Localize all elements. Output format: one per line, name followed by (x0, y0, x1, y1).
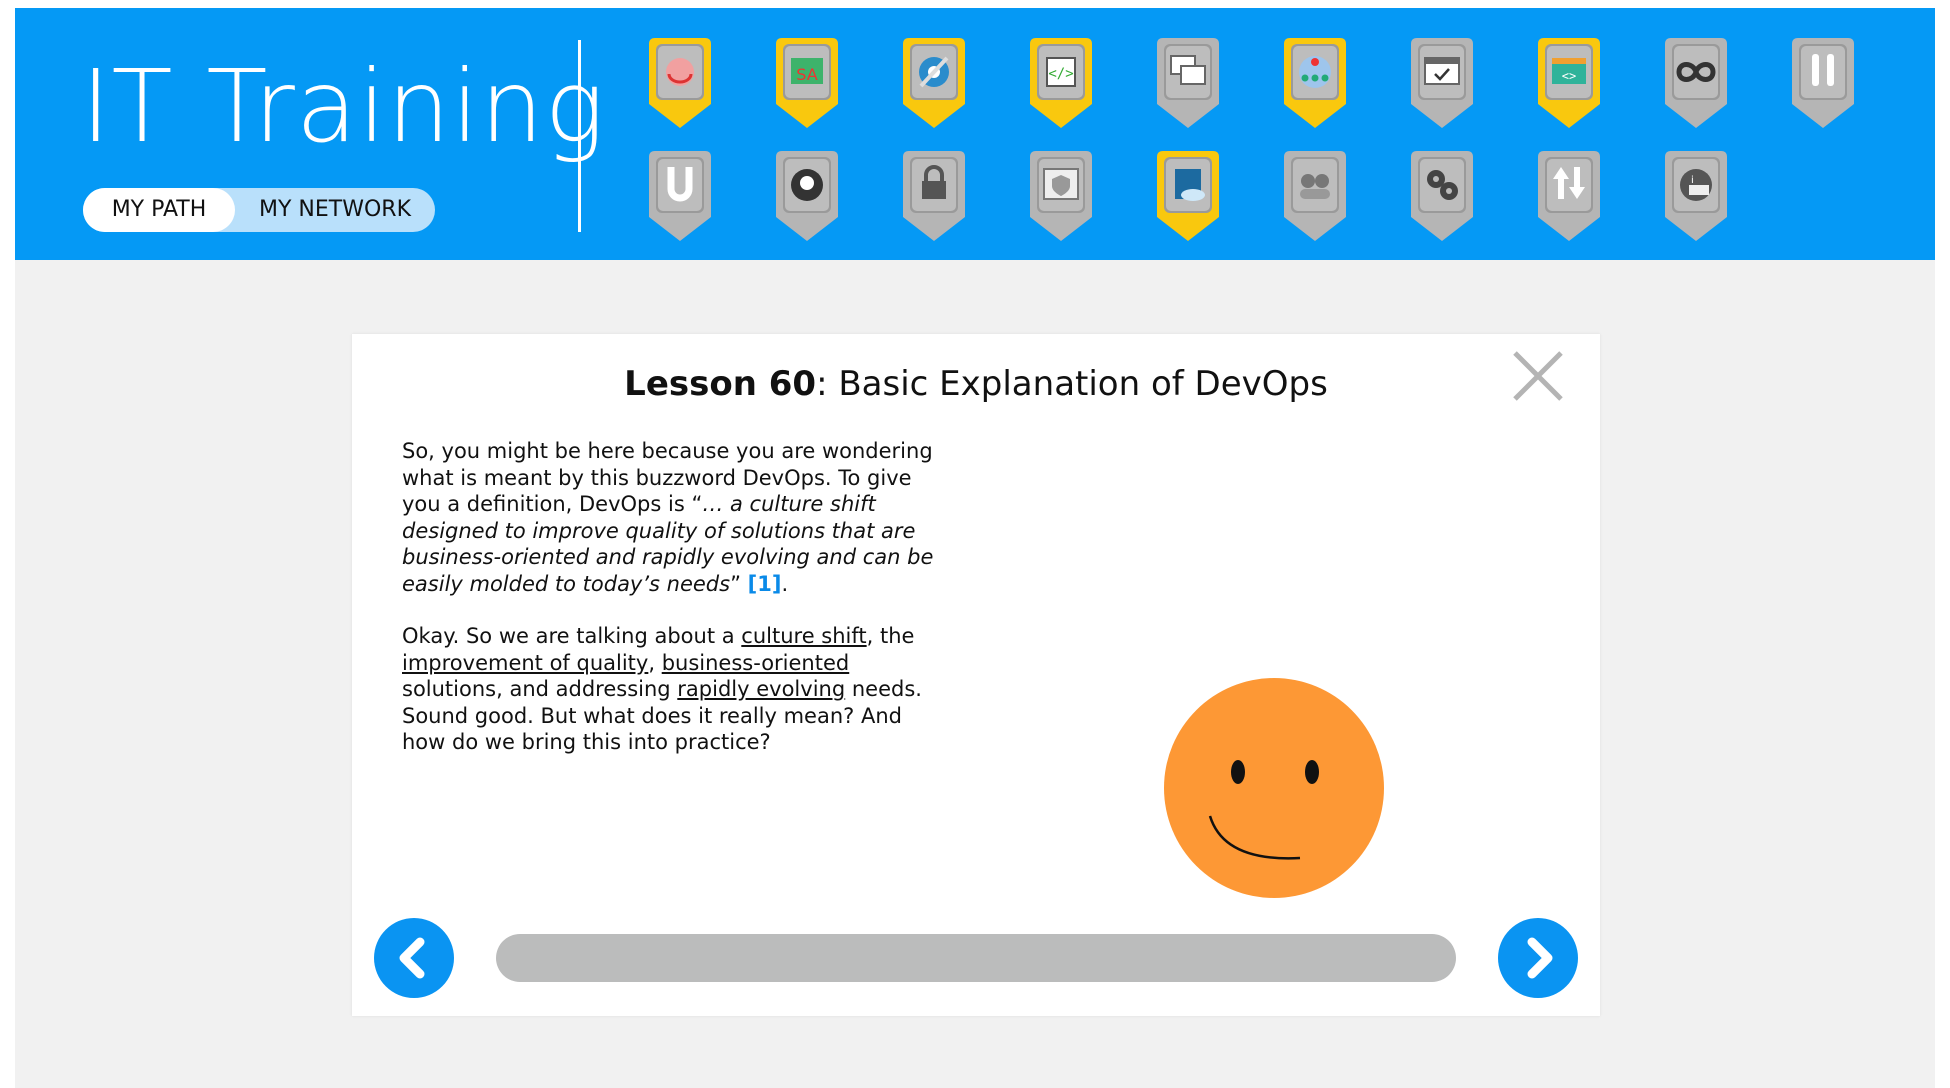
pipe-icon (649, 151, 711, 241)
lesson-badge[interactable] (903, 38, 965, 128)
lightbulb-cog-icon (776, 151, 838, 241)
up-down-arrows-icon (1538, 151, 1600, 241)
lesson-badge[interactable]: <> (1538, 38, 1600, 128)
sa-chart-icon: SA (776, 38, 838, 128)
lesson-badge[interactable] (1665, 38, 1727, 128)
lesson-badge[interactable]: SA (776, 38, 838, 128)
chevron-left-icon (399, 937, 425, 979)
lesson-card: Lesson 60: Basic Explanation of DevOps S… (352, 334, 1600, 1016)
windows-icon (1157, 38, 1219, 128)
smiley-face-illustration (1164, 678, 1384, 898)
gears-cog-icon (903, 38, 965, 128)
app-title: IT Training (81, 48, 606, 165)
lesson-badge[interactable] (1284, 151, 1346, 241)
lesson-title: Lesson 60: Basic Explanation of DevOps (352, 364, 1600, 404)
shield-icon (1030, 151, 1092, 241)
lesson-badge[interactable] (1411, 151, 1473, 241)
lesson-badge[interactable]: i (1665, 151, 1727, 241)
chevron-right-icon (1527, 937, 1553, 979)
view-toggle: MY PATH MY NETWORK (83, 188, 435, 232)
web-code-icon: <> (1538, 38, 1600, 128)
code-editor-icon: </> (1030, 38, 1092, 128)
svg-text:SA: SA (796, 65, 817, 84)
lesson-badge[interactable] (776, 151, 838, 241)
reference-link[interactable]: [1] (748, 572, 782, 596)
server-cloud-icon (1157, 151, 1219, 241)
lesson-number: Lesson 60 (624, 364, 817, 404)
lesson-badge[interactable] (1030, 151, 1092, 241)
term-improvement-of-quality[interactable]: improvement of quality (402, 651, 648, 675)
lesson-badge[interactable] (1411, 38, 1473, 128)
term-culture-shift[interactable]: culture shift (741, 624, 866, 648)
lesson-paragraph-2: Okay. So we are talking about a culture … (402, 624, 922, 754)
svg-text:i: i (1691, 175, 1694, 186)
lesson-badge[interactable] (1157, 38, 1219, 128)
padlock-icon (903, 151, 965, 241)
header-divider (578, 40, 581, 232)
lesson-paragraph-1: So, you might be here because you are wo… (402, 439, 934, 596)
svg-text:<>: <> (1562, 69, 1576, 83)
my-path-button[interactable]: MY PATH (83, 188, 235, 232)
close-button[interactable] (1512, 350, 1564, 402)
network-tree-icon (1284, 38, 1346, 128)
lesson-badge[interactable]: </> (1030, 38, 1092, 128)
browser-check-icon (1411, 38, 1473, 128)
lesson-progress-bar (496, 934, 1456, 982)
lesson-badge[interactable] (649, 38, 711, 128)
lesson-badge[interactable] (649, 151, 711, 241)
term-rapidly-evolving[interactable]: rapidly evolving (677, 677, 845, 701)
lesson-body: So, you might be here because you are wo… (402, 438, 937, 782)
info-desk-icon: i (1665, 151, 1727, 241)
previous-button[interactable] (374, 918, 454, 998)
lesson-badge[interactable] (1538, 151, 1600, 241)
lesson-badge[interactable] (1284, 38, 1346, 128)
lesson-badge[interactable] (1792, 38, 1854, 128)
header-bar: IT Training MY PATH MY NETWORK SA </> <> i (15, 8, 1935, 260)
cycle-icon (649, 38, 711, 128)
term-business-oriented[interactable]: business-oriented (662, 651, 850, 675)
infinity-icon (1665, 38, 1727, 128)
next-button[interactable] (1498, 918, 1578, 998)
tools-icon (1792, 38, 1854, 128)
team-icon (1284, 151, 1346, 241)
svg-text:</>: </> (1048, 66, 1073, 82)
gears-icon (1411, 151, 1473, 241)
lesson-badge[interactable] (1157, 151, 1219, 241)
lesson-name: : Basic Explanation of DevOps (816, 364, 1328, 404)
my-network-button[interactable]: MY NETWORK (235, 188, 435, 232)
lesson-badge[interactable] (903, 151, 965, 241)
close-icon (1513, 351, 1563, 401)
